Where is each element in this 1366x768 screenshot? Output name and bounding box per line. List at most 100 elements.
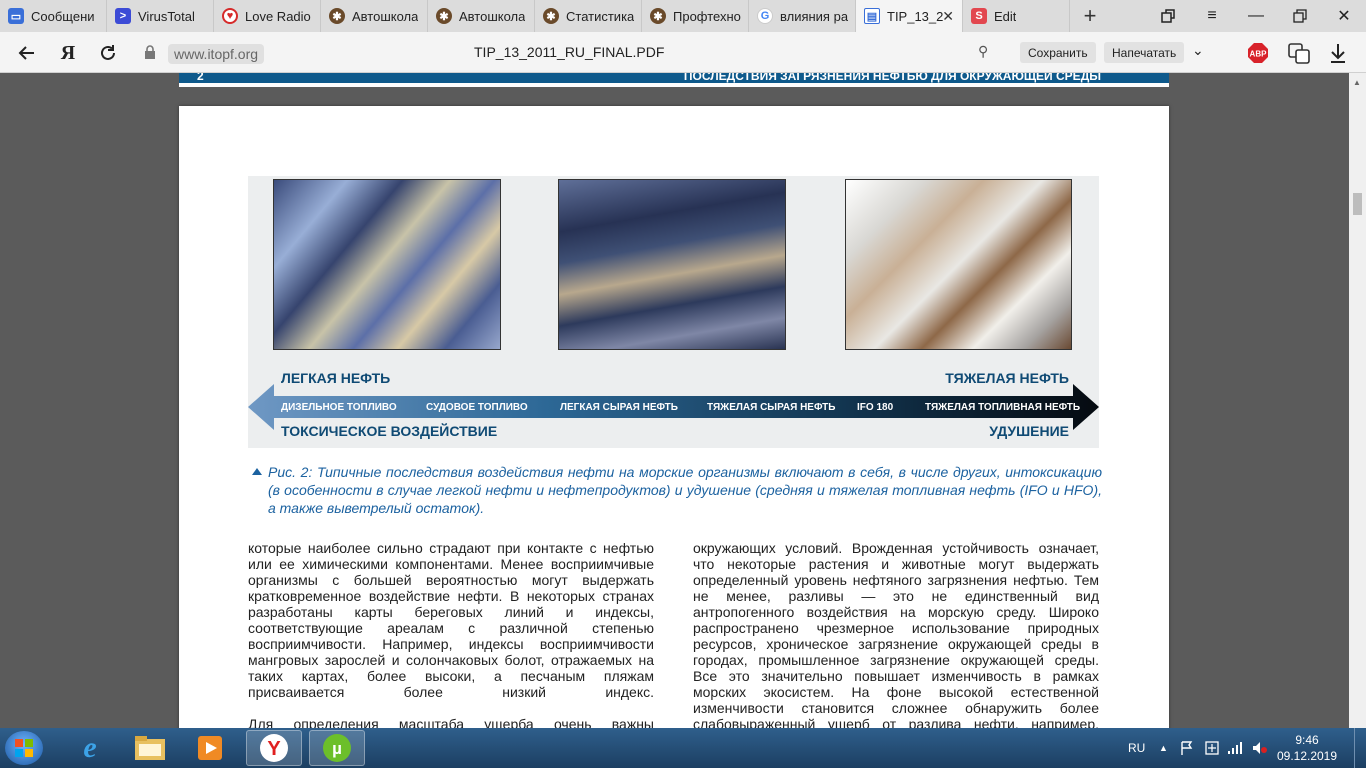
network-signal-icon[interactable]	[1228, 728, 1242, 768]
volume-muted-icon[interactable]	[1252, 728, 1268, 768]
tab-autoschool-1[interactable]: ✱ Автошкола	[321, 0, 428, 32]
s-icon: S	[971, 8, 987, 24]
print-button[interactable]: Напечатать	[1104, 42, 1185, 63]
reload-icon[interactable]	[95, 40, 121, 66]
tab-title: TIP_13_2	[887, 8, 944, 24]
tab-virustotal[interactable]: > VirusTotal	[107, 0, 214, 32]
tray-expand-icon[interactable]: ▲	[1159, 728, 1168, 768]
tab-google-search[interactable]: G влияния ра	[749, 0, 856, 32]
ie-icon[interactable]: e	[62, 730, 118, 766]
page-running-header: ПОСЛЕДСТВИЯ ЗАГРЯЗНЕНИЯ НЕФТЬЮ ДЛЯ ОКРУЖ…	[683, 73, 1101, 83]
text-column-left: которые наиболее сильно страдают при кон…	[248, 540, 654, 728]
heavy-oil-photo	[845, 179, 1072, 350]
download-icon[interactable]	[1326, 41, 1350, 65]
page-number: 2	[197, 73, 204, 83]
clock-time: 9:46	[1295, 733, 1319, 747]
tab-title: Статистика	[566, 8, 635, 24]
paragraph: Для определения масштаба ущерба очень ва…	[248, 716, 654, 728]
scale-light-crude: ЛЕГКАЯ СЫРАЯ НЕФТЬ	[560, 402, 678, 413]
language-indicator[interactable]: RU	[1128, 728, 1145, 768]
url-domain: www.itopf.org	[168, 44, 265, 64]
chevron-down-icon[interactable]: ⌄	[1192, 42, 1204, 59]
caption-text: Рис. 2: Типичные последствия воздействия…	[268, 464, 1102, 516]
windows-logo-icon	[15, 739, 33, 757]
scale-heavy-crude: ТЯЖЕЛАЯ СЫРАЯ НЕФТЬ	[707, 402, 836, 413]
scale-diesel: ДИЗЕЛЬНОЕ ТОПЛИВО	[281, 402, 397, 413]
tab-autoschool-2[interactable]: ✱ Автошкола	[428, 0, 535, 32]
tab-title: Сообщени	[31, 8, 95, 24]
explorer-icon[interactable]	[122, 730, 178, 766]
lock-icon	[145, 45, 155, 59]
text-column-right: окружающих условий. Врожденная устойчиво…	[693, 540, 1099, 728]
wheel-icon: ✱	[543, 8, 559, 24]
tab-title: Edit	[994, 8, 1017, 24]
yandex-icon[interactable]: Я	[55, 40, 81, 66]
svg-text:µ: µ	[332, 739, 342, 758]
tab-proftechno[interactable]: ✱ Профтехно	[642, 0, 749, 32]
triangle-bullet-icon	[252, 468, 262, 475]
light-oil-sheen-photo	[273, 179, 501, 350]
wheel-icon: ✱	[436, 8, 452, 24]
figure-caption: Рис. 2: Типичные последствия воздействия…	[252, 463, 1102, 517]
show-desktop-button[interactable]	[1354, 728, 1366, 768]
scroll-up-icon[interactable]: ▲	[1353, 78, 1361, 87]
yandex-browser-icon[interactable]: Y	[246, 730, 302, 766]
loveradio-icon: ♥	[222, 8, 238, 24]
crude-oil-slick-photo	[558, 179, 786, 350]
tab-title: Автошкола	[352, 8, 419, 24]
system-clock[interactable]: 9:46 09.12.2019	[1272, 732, 1342, 764]
start-button[interactable]	[5, 731, 43, 765]
address-bar: Я www.itopf.org TIP_13_2011_RU_FINAL.PDF…	[0, 32, 1366, 73]
scale-ifo180: IFO 180	[857, 402, 894, 413]
vertical-scrollbar[interactable]: ▲	[1349, 73, 1366, 728]
new-tab-button[interactable]: +	[1070, 0, 1110, 32]
tab-title: Профтехно	[673, 8, 741, 24]
wheel-icon: ✱	[650, 8, 666, 24]
device-icon[interactable]	[1205, 728, 1219, 768]
adblock-icon[interactable]: ABP	[1246, 41, 1270, 65]
tab-title: влияния ра	[780, 8, 849, 24]
wheel-icon: ✱	[329, 8, 345, 24]
clock-date: 09.12.2019	[1276, 749, 1338, 763]
close-tab-icon[interactable]: ✕	[942, 8, 954, 25]
minimize-icon[interactable]: —	[1234, 0, 1278, 32]
scale-heavy-fuel: ТЯЖЕЛАЯ ТОПЛИВНАЯ НЕФТЬ	[925, 402, 1081, 413]
close-window-icon[interactable]: ✕	[1322, 0, 1366, 32]
tabs-menu-icon[interactable]	[1146, 0, 1190, 32]
utorrent-icon[interactable]: µ	[309, 730, 365, 766]
paragraph: окружающих условий. Врожденная устойчиво…	[693, 540, 1099, 728]
paragraph: которые наиболее сильно страдают при кон…	[248, 540, 654, 700]
tab-statistics[interactable]: ✱ Статистика	[535, 0, 642, 32]
zoom-icon[interactable]: ⚲	[978, 43, 988, 60]
tab-title: Love Radio	[245, 8, 311, 24]
windows-taskbar: e Y µ RU ▲ 9:46 09.12.2019	[0, 728, 1366, 768]
restore-icon[interactable]	[1278, 0, 1322, 32]
save-button[interactable]: Сохранить	[1020, 42, 1096, 63]
tab-messages[interactable]: ▭ Сообщени	[0, 0, 107, 32]
chat-icon: ▭	[8, 8, 24, 24]
previous-page-bottom: 2 ПОСЛЕДСТВИЯ ЗАГРЯЗНЕНИЯ НЕФТЬЮ ДЛЯ ОКР…	[179, 73, 1169, 87]
tab-bar: ▭ Сообщени > VirusTotal ♥ Love Radio ✱ А…	[0, 0, 1366, 32]
back-icon[interactable]	[14, 40, 40, 66]
pdf-icon: ▤	[864, 8, 880, 24]
tab-title: VirusTotal	[138, 8, 195, 24]
google-icon: G	[757, 8, 773, 24]
virustotal-icon: >	[115, 8, 131, 24]
menu-icon[interactable]: ≡	[1190, 0, 1234, 32]
tab-pdf-active[interactable]: ▤ TIP_13_2 ✕	[856, 0, 963, 32]
url-field[interactable]: www.itopf.org TIP_13_2011_RU_FINAL.PDF ⚲…	[138, 38, 1214, 68]
pdf-viewer[interactable]: 2 ПОСЛЕДСТВИЯ ЗАГРЯЗНЕНИЯ НЕФТЬЮ ДЛЯ ОКР…	[0, 73, 1366, 728]
media-player-icon[interactable]	[182, 730, 238, 766]
svg-text:Y: Y	[267, 738, 281, 760]
translate-icon[interactable]	[1287, 41, 1311, 65]
tab-edit[interactable]: S Edit	[963, 0, 1070, 32]
tab-love-radio[interactable]: ♥ Love Radio	[214, 0, 321, 32]
scale-marine-fuel: СУДОВОЕ ТОПЛИВО	[426, 402, 528, 413]
svg-text:ABP: ABP	[1250, 50, 1268, 59]
pdf-page: ЛЕГКАЯ НЕФТЬ ТЯЖЕЛАЯ НЕФТЬ ДИЗЕЛЬНОЕ ТОП…	[179, 106, 1169, 728]
smothering-label: УДУШЕНИЕ	[989, 423, 1069, 439]
toxic-effect-label: ТОКСИЧЕСКОЕ ВОЗДЕЙСТВИЕ	[281, 423, 498, 439]
tab-title: Автошкола	[459, 8, 526, 24]
flag-icon[interactable]	[1181, 728, 1193, 768]
scrollbar-thumb[interactable]	[1353, 193, 1362, 215]
